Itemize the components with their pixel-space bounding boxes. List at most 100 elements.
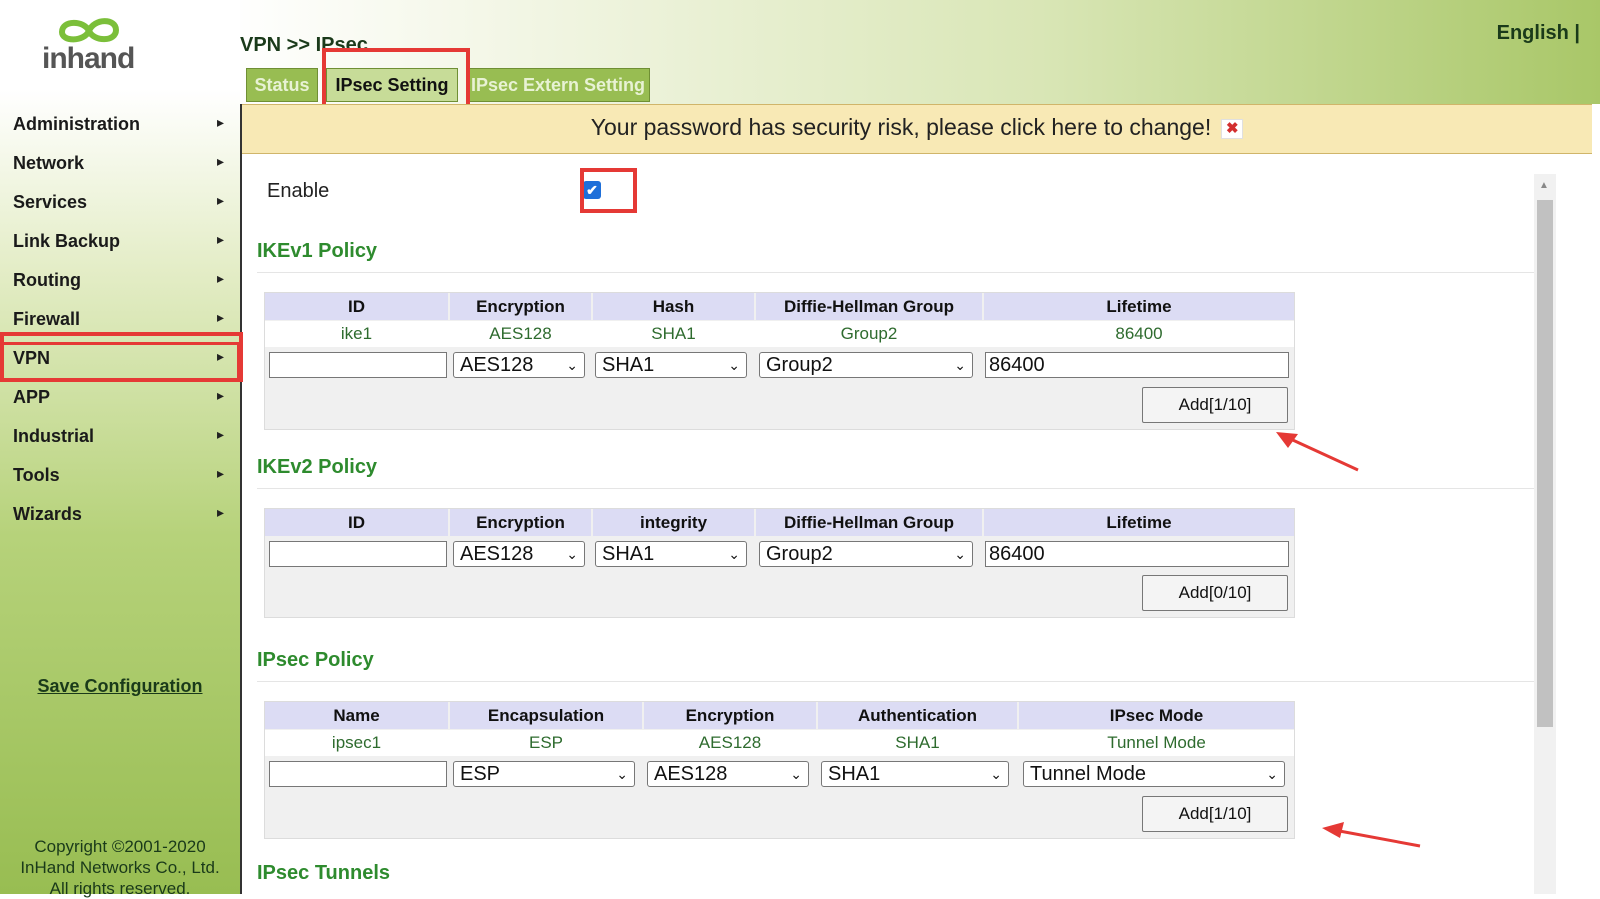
column-header: IPsec Mode (1019, 702, 1294, 729)
column-header: Hash (593, 293, 754, 320)
divider (257, 681, 1539, 682)
ikev2-add-button[interactable]: Add[0/10] (1142, 575, 1288, 611)
ipsec-encryption-select[interactable]: AES128 ⌄ (647, 761, 809, 787)
chevron-down-icon: ⌄ (566, 357, 578, 373)
language-selector[interactable]: English | (1497, 22, 1580, 45)
sidebar-item-network[interactable]: Network ▸ (0, 147, 240, 186)
chevron-right-icon: ▸ (216, 309, 224, 325)
column-header: ID (265, 509, 448, 536)
table-cell: Tunnel Mode (1107, 733, 1206, 752)
annotation-arrow-icon (1322, 822, 1421, 848)
ikev1-add-button[interactable]: Add[1/10] (1142, 387, 1288, 423)
column-header: Encapsulation (450, 702, 642, 729)
vertical-scrollbar[interactable]: ▲ (1534, 174, 1556, 894)
ipsec-policy-section-title: IPsec Policy (257, 649, 374, 671)
ipsec-mode-select[interactable]: Tunnel Mode ⌄ (1023, 761, 1285, 787)
table-cell: AES128 (698, 733, 762, 752)
table-row: ipsec1 ESP AES128 SHA1 Tunnel Mode (265, 730, 1294, 756)
chevron-right-icon: ▸ (216, 270, 224, 286)
divider (257, 488, 1539, 489)
scroll-up-arrow-icon[interactable]: ▲ (1539, 180, 1549, 191)
ipsec-tunnels-section-title: IPsec Tunnels (257, 862, 391, 884)
chevron-down-icon: ⌄ (954, 357, 966, 373)
ikev1-section-title: IKEv1 Policy (257, 240, 378, 262)
main-content: Your password has security risk, please … (240, 104, 1594, 894)
column-header: Encryption (450, 293, 591, 320)
password-warning-banner[interactable]: Your password has security risk, please … (242, 104, 1592, 154)
column-header: integrity (593, 509, 754, 536)
annotation-arrow-icon (1276, 432, 1359, 472)
sidebar-item-app[interactable]: APP ▸ (0, 381, 240, 420)
ipsec-encapsulation-select[interactable]: ESP ⌄ (453, 761, 635, 787)
select-value: AES128 (460, 543, 534, 565)
chevron-right-icon: ▸ (216, 426, 224, 442)
chevron-right-icon: ▸ (216, 465, 224, 481)
table-cell: 86400 (1115, 324, 1163, 343)
ipsec-authentication-select[interactable]: SHA1 ⌄ (821, 761, 1009, 787)
ipsec-policy-table: Name Encapsulation Encryption Authentica… (264, 701, 1295, 839)
chevron-down-icon: ⌄ (616, 766, 628, 782)
select-value: AES128 (654, 763, 728, 785)
ikev1-hash-select[interactable]: SHA1 ⌄ (595, 352, 747, 378)
select-value: Group2 (766, 543, 833, 565)
sidebar-item-label: Industrial (13, 426, 95, 446)
chevron-down-icon: ⌄ (728, 357, 740, 373)
ikev2-encryption-select[interactable]: AES128 ⌄ (453, 541, 585, 567)
chevron-down-icon: ⌄ (990, 766, 1002, 782)
column-header: Encryption (644, 702, 816, 729)
sidebar-item-wizards[interactable]: Wizards ▸ (0, 498, 240, 537)
table-cell: ESP (528, 733, 564, 752)
sidebar-item-administration[interactable]: Administration ▸ (0, 108, 240, 147)
ipsec-add-button[interactable]: Add[1/10] (1142, 796, 1288, 832)
select-value: SHA1 (602, 543, 655, 565)
ikev1-table: ID Encryption Hash Diffie-Hellman Group … (264, 292, 1295, 430)
chevron-right-icon: ▸ (216, 192, 224, 208)
scrollbar-thumb[interactable] (1537, 200, 1553, 727)
sidebar-item-services[interactable]: Services ▸ (0, 186, 240, 225)
ikev2-lifetime-input[interactable]: 86400 (985, 541, 1289, 567)
ikev1-encryption-select[interactable]: AES128 ⌄ (453, 352, 585, 378)
tab-ipsec-extern-setting[interactable]: IPsec Extern Setting (466, 68, 650, 102)
ikev2-section-title: IKEv2 Policy (257, 456, 378, 478)
column-header: Encryption (450, 509, 591, 536)
chevron-right-icon: ▸ (216, 153, 224, 169)
chevron-down-icon: ⌄ (790, 766, 802, 782)
sidebar-item-label: Tools (13, 465, 60, 485)
ikev2-id-input[interactable] (269, 541, 447, 567)
sidebar-menu: Administration ▸ Network ▸ Services ▸ Link … (0, 108, 240, 537)
table-cell: SHA1 (651, 324, 696, 343)
sidebar-item-label: Administration (13, 114, 141, 134)
select-value: SHA1 (602, 354, 655, 376)
select-value: Tunnel Mode (1030, 763, 1146, 785)
ipsec-name-input[interactable] (269, 761, 447, 787)
table-cell: ike1 (340, 324, 373, 343)
table-cell: ipsec1 (331, 733, 382, 752)
select-value: ESP (460, 763, 501, 785)
close-icon[interactable]: ✖ (1221, 118, 1244, 139)
tab-status[interactable]: Status (246, 68, 318, 102)
chevron-down-icon: ⌄ (954, 546, 966, 562)
sidebar-item-label: Services (13, 192, 88, 212)
highlight-box-vpn (0, 332, 243, 382)
ikev2-dh-group-select[interactable]: Group2 ⌄ (759, 541, 973, 567)
sidebar-item-label: Network (13, 153, 85, 173)
sidebar-item-label: Routing (13, 270, 81, 290)
ikev2-integrity-select[interactable]: SHA1 ⌄ (595, 541, 747, 567)
sidebar-item-tools[interactable]: Tools ▸ (0, 459, 240, 498)
sidebar-item-label: APP (13, 387, 51, 407)
ikev1-lifetime-input[interactable]: 86400 (985, 352, 1289, 378)
sidebar-item-link-backup[interactable]: Link Backup ▸ (0, 225, 240, 264)
highlight-box-enable (580, 168, 637, 213)
copyright-line: All rights reserved. (49, 879, 191, 898)
sidebar-item-routing[interactable]: Routing ▸ (0, 264, 240, 303)
save-configuration-link[interactable]: Save Configuration (0, 676, 240, 697)
ikev1-id-input[interactable] (269, 352, 447, 378)
sidebar-item-industrial[interactable]: Industrial ▸ (0, 420, 240, 459)
sidebar-item-label: Firewall (13, 309, 81, 329)
banner-text[interactable]: Your password has security risk, please … (591, 114, 1211, 140)
column-header: Diffie-Hellman Group (756, 293, 982, 320)
column-header: Name (265, 702, 448, 729)
column-header: Lifetime (984, 509, 1294, 536)
ikev2-table: ID Encryption integrity Diffie-Hellman G… (264, 508, 1295, 618)
ikev1-dh-group-select[interactable]: Group2 ⌄ (759, 352, 973, 378)
